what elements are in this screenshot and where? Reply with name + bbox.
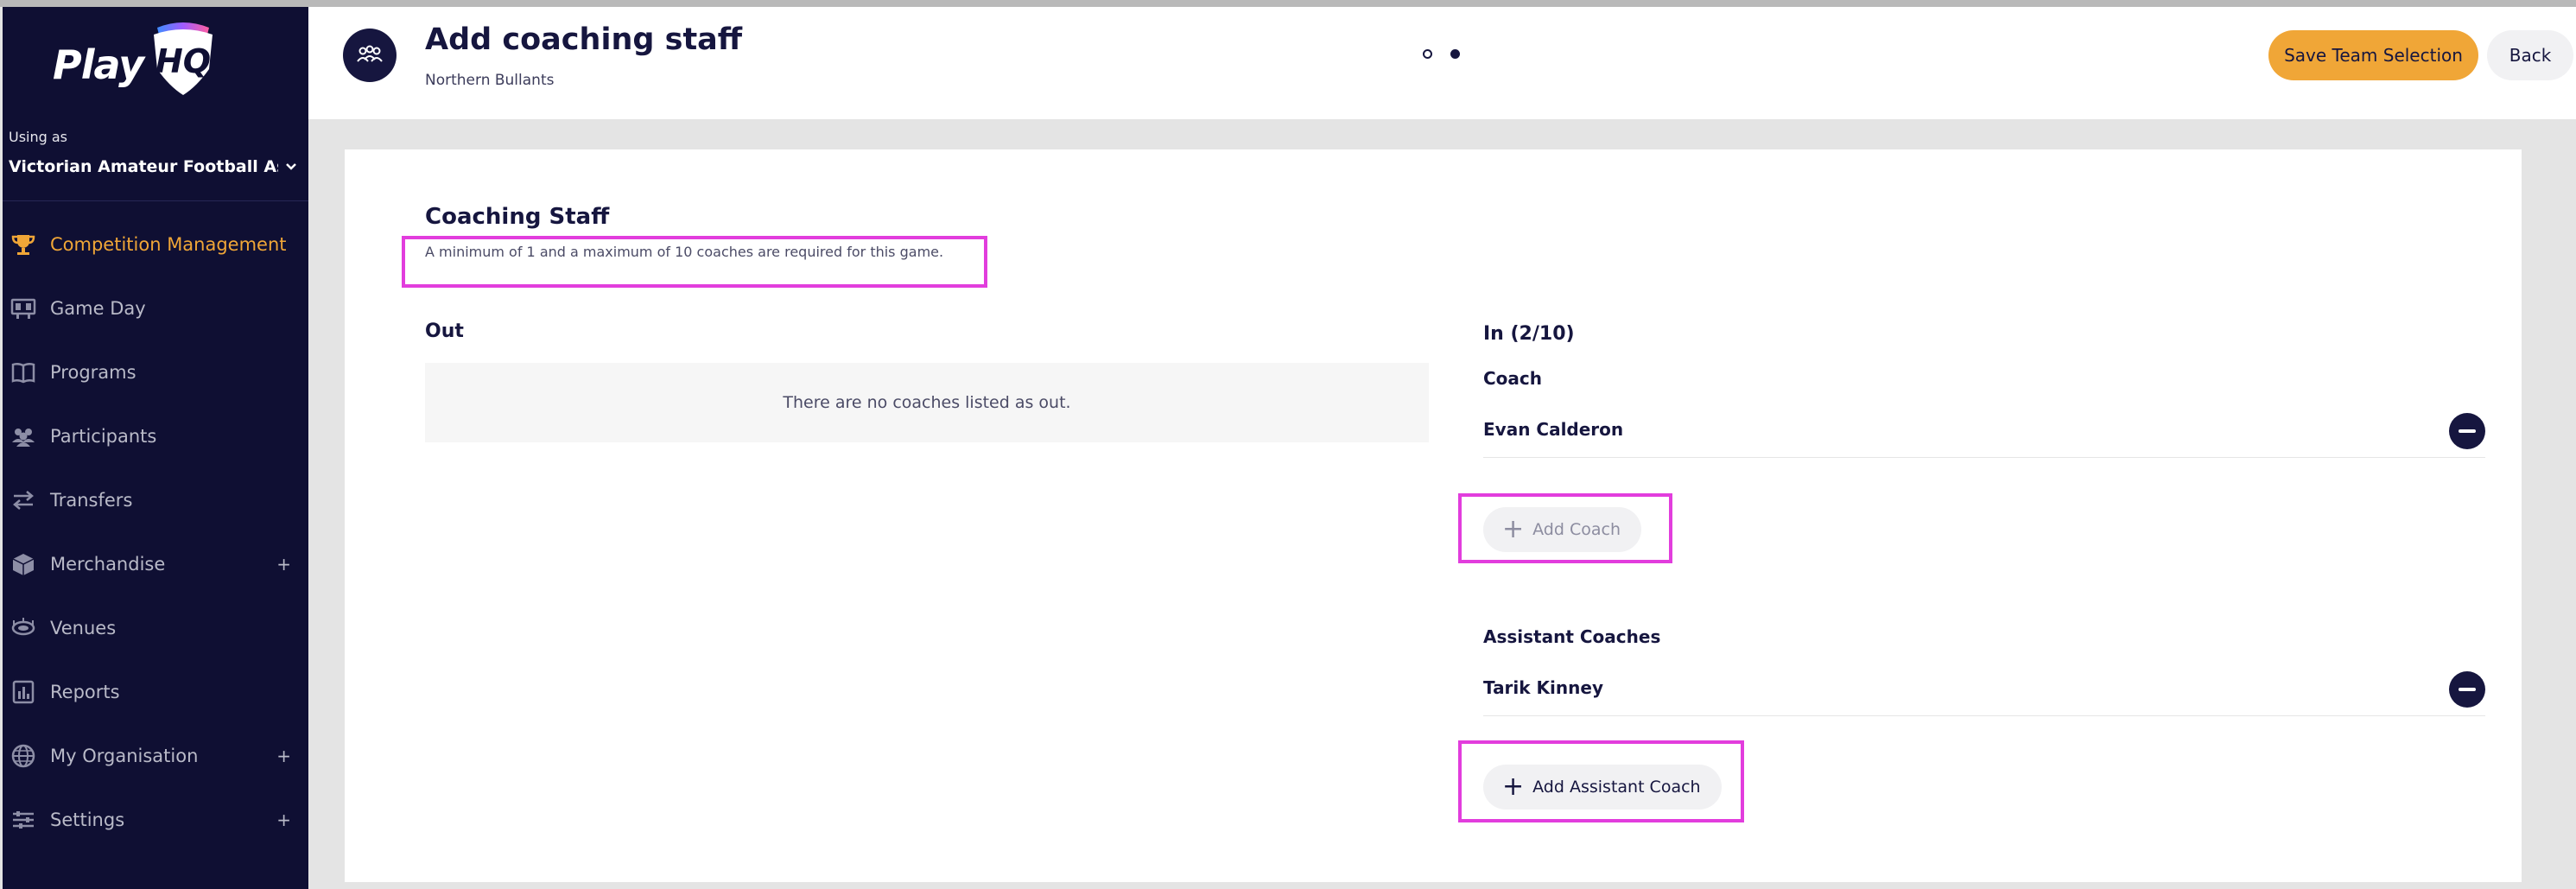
annotation-highlight-add-assistant-coach [1458,740,1744,822]
sidebar-item-label: Merchandise [50,554,166,575]
coach-group-title: Coach [1483,368,1543,389]
expand-plus-icon[interactable]: + [276,554,291,575]
trophy-icon [9,230,38,259]
coach-name: Evan Calderon [1483,419,1624,440]
expand-plus-icon[interactable]: + [276,810,291,830]
logo-hq-text: HQ [155,42,211,80]
minus-icon [2459,688,2476,691]
sidebar-nav: Competition Management Game Day Programs… [3,213,308,852]
annotation-highlight-add-coach [1458,493,1672,563]
save-team-selection-button[interactable]: Save Team Selection [2268,30,2478,80]
chevron-down-icon [286,163,296,170]
section-title: Coaching Staff [425,204,610,230]
annotation-highlight-description [402,236,987,288]
step-dot-2-current[interactable] [1450,49,1460,59]
sidebar-item-label: Venues [50,618,117,638]
book-icon [9,358,38,387]
stadium-icon [9,613,38,643]
coaches-icon [343,29,397,82]
sliders-icon [9,805,38,835]
sidebar-item-competition-management[interactable]: Competition Management [3,213,308,276]
coach-row: Evan Calderon [1483,403,2485,458]
sidebar-item-label: Reports [50,682,120,702]
sidebar-item-label: Game Day [50,298,146,319]
sidebar-item-label: Transfers [50,490,133,511]
page-header: Add coaching staff Northern Bullants Sav… [308,7,2576,119]
sidebar-item-participants[interactable]: Participants [3,404,308,468]
sidebar-item-settings[interactable]: Settings + [3,788,308,852]
remove-assistant-coach-button[interactable] [2449,671,2485,708]
transfer-arrows-icon [9,486,38,515]
organisation-selector[interactable]: Victorian Amateur Football Association [9,152,302,181]
assistant-coaches-group-title: Assistant Coaches [1483,626,1661,647]
in-column-title: In (2/10) [1483,323,1575,345]
logo-shield-icon: HQ [154,22,213,95]
logo-play-text: Play [53,41,144,88]
assistant-coach-row: Tarik Kinney [1483,661,2485,716]
sidebar-item-reports[interactable]: Reports [3,660,308,724]
sidebar-item-label: Competition Management [50,234,287,255]
sidebar-item-transfers[interactable]: Transfers [3,468,308,532]
sidebar-divider [3,200,308,201]
report-icon [9,677,38,707]
sidebar-item-label: Settings [50,810,125,830]
sidebar: Play HQ Using as Victorian Amateur Footb… [3,7,308,889]
step-indicator [1423,49,1460,59]
coaching-staff-card: Coaching Staff A minimum of 1 and a maxi… [345,149,2522,882]
out-column-title: Out [425,321,464,342]
remove-coach-button[interactable] [2449,413,2485,449]
expand-plus-icon[interactable]: + [276,746,291,766]
assistant-coach-name: Tarik Kinney [1483,677,1603,698]
sidebar-item-game-day[interactable]: Game Day [3,276,308,340]
page-title: Add coaching staff [425,22,743,57]
step-dot-1[interactable] [1423,49,1432,59]
organisation-name: Victorian Amateur Football Association [9,157,278,176]
team-name: Northern Bullants [425,72,555,89]
box-icon [9,549,38,579]
back-button[interactable]: Back [2487,30,2573,80]
minus-icon [2459,429,2476,433]
sidebar-item-label: Participants [50,426,157,447]
sidebar-item-label: My Organisation [50,746,199,766]
sidebar-item-label: Programs [50,362,136,383]
sidebar-item-merchandise[interactable]: Merchandise + [3,532,308,596]
out-empty-state: There are no coaches listed as out. [425,363,1429,442]
sidebar-item-my-organisation[interactable]: My Organisation + [3,724,308,788]
scoreboard-icon [9,294,38,323]
playhq-logo[interactable]: Play HQ [53,19,225,97]
sidebar-item-programs[interactable]: Programs [3,340,308,404]
people-icon [9,422,38,451]
globe-icon [9,741,38,771]
sidebar-item-venues[interactable]: Venues [3,596,308,660]
using-as-label: Using as [9,129,68,145]
